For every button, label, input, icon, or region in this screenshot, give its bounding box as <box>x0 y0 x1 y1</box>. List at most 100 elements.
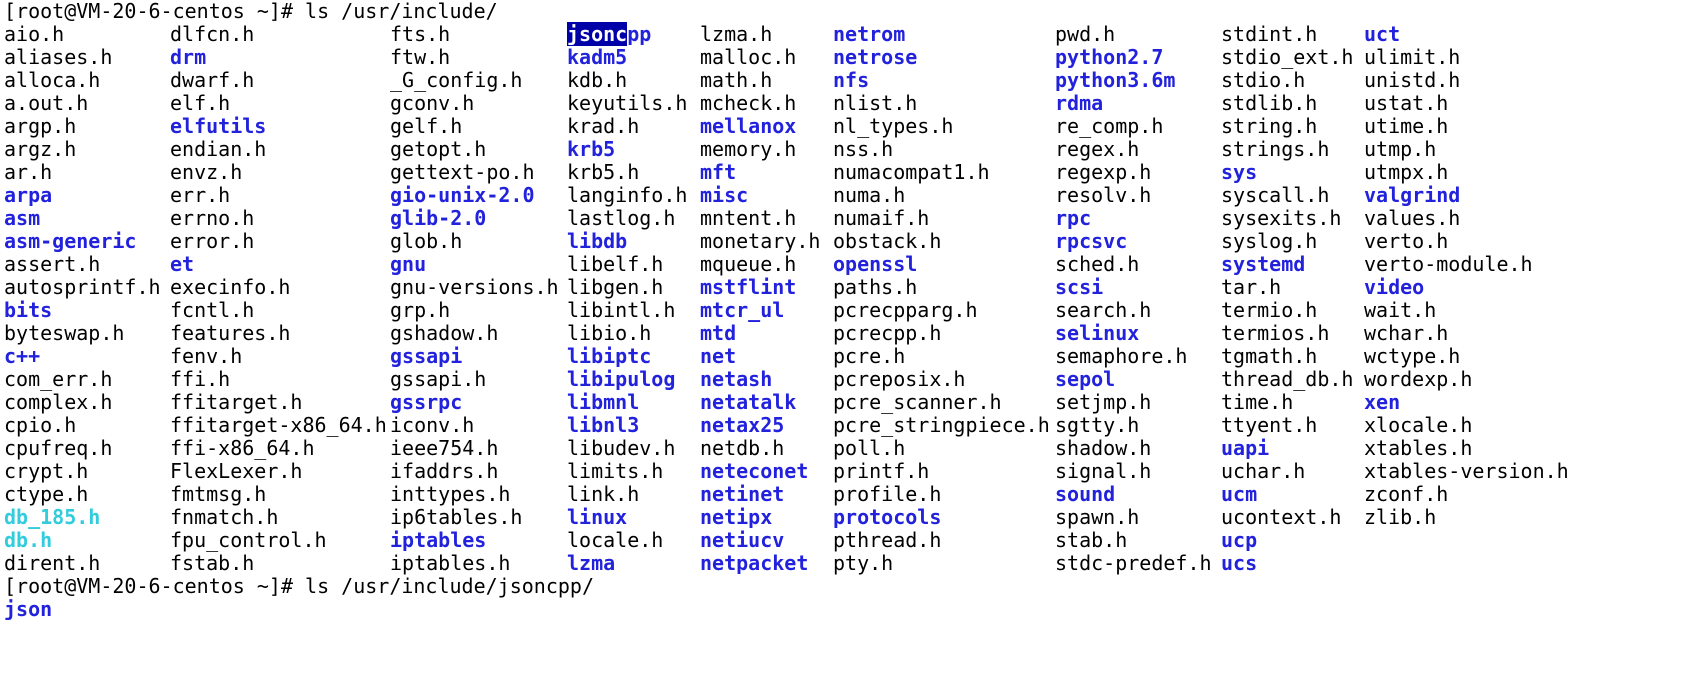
file-entry: com_err.h <box>4 367 113 391</box>
file-entry: wordexp.h <box>1364 367 1473 391</box>
file-entry: zlib.h <box>1364 505 1437 529</box>
directory-entry: gssapi <box>390 344 463 368</box>
selected-directory-entry: jsoncpp <box>567 22 651 46</box>
file-entry: link.h <box>567 482 640 506</box>
directory-entry: sound <box>1055 482 1116 506</box>
file-entry: _G_config.h <box>390 68 523 92</box>
file-entry: ucontext.h <box>1221 505 1342 529</box>
directory-entry: netatalk <box>700 390 797 414</box>
file-entry: fenv.h <box>170 344 243 368</box>
file-entry: ffitarget.h <box>170 390 303 414</box>
symlink-entry: db_185.h <box>4 505 101 529</box>
file-entry: execinfo.h <box>170 275 291 299</box>
file-entry: pcre.h <box>833 344 906 368</box>
file-entry: ip6tables.h <box>390 505 523 529</box>
file-entry: math.h <box>700 68 773 92</box>
directory-entry: netinet <box>700 482 785 506</box>
file-entry: a.out.h <box>4 91 89 115</box>
file-entry: libudev.h <box>567 436 676 460</box>
file-entry: FlexLexer.h <box>170 459 303 483</box>
file-entry: lastlog.h <box>567 206 676 230</box>
file-entry: memory.h <box>700 137 797 161</box>
file-entry: semaphore.h <box>1055 344 1188 368</box>
file-entry: langinfo.h <box>567 183 688 207</box>
file-entry: gshadow.h <box>390 321 499 345</box>
file-entry: cpufreq.h <box>4 436 113 460</box>
file-entry: ustat.h <box>1364 91 1449 115</box>
file-entry: printf.h <box>833 459 930 483</box>
file-entry: pcrecpparg.h <box>833 298 978 322</box>
directory-entry: asm <box>4 206 41 230</box>
directory-entry: linux <box>567 505 628 529</box>
directory-entry: netrom <box>833 22 906 46</box>
command-prompt-line: [root@VM-20-6-centos ~]# ls /usr/include… <box>4 0 498 23</box>
file-entry: regexp.h <box>1055 160 1152 184</box>
terminal-window[interactable]: [root@VM-20-6-centos ~]# ls /usr/include… <box>0 0 1701 675</box>
directory-entry: openssl <box>833 252 918 276</box>
directory-entry: arpa <box>4 183 53 207</box>
directory-entry: rpc <box>1055 206 1092 230</box>
file-entry: obstack.h <box>833 229 942 253</box>
file-entry: ffitarget-x86_64.h <box>170 413 387 437</box>
file-entry: pcre_scanner.h <box>833 390 1002 414</box>
file-entry: mqueue.h <box>700 252 797 276</box>
file-entry: wctype.h <box>1364 344 1461 368</box>
file-entry: tar.h <box>1221 275 1282 299</box>
file-entry: nss.h <box>833 137 894 161</box>
file-entry: fnmatch.h <box>170 505 279 529</box>
directory-entry: video <box>1364 275 1425 299</box>
file-entry: krb5.h <box>567 160 640 184</box>
file-entry: libio.h <box>567 321 652 345</box>
file-entry: nlist.h <box>833 91 918 115</box>
file-entry: iptables.h <box>390 551 511 575</box>
directory-entry: netrose <box>833 45 918 69</box>
file-entry: shadow.h <box>1055 436 1152 460</box>
directory-entry: asm-generic <box>4 229 137 253</box>
file-entry: dwarf.h <box>170 68 255 92</box>
directory-entry: uapi <box>1221 436 1270 460</box>
file-entry: paths.h <box>833 275 918 299</box>
file-entry: aio.h <box>4 22 65 46</box>
directory-entry: lzma <box>567 551 616 575</box>
file-entry: numa.h <box>833 183 906 207</box>
file-entry: gettext-po.h <box>390 160 535 184</box>
file-entry: envz.h <box>170 160 243 184</box>
directory-entry: neteconet <box>700 459 809 483</box>
file-entry: verto.h <box>1364 229 1449 253</box>
file-entry: ctype.h <box>4 482 89 506</box>
directory-entry: python2.7 <box>1055 45 1164 69</box>
directory-entry: rdma <box>1055 91 1104 115</box>
file-entry: limits.h <box>567 459 664 483</box>
file-entry: utime.h <box>1364 114 1449 138</box>
file-entry: termio.h <box>1221 298 1318 322</box>
file-entry: errno.h <box>170 206 255 230</box>
file-entry: time.h <box>1221 390 1294 414</box>
file-entry: grp.h <box>390 298 451 322</box>
file-entry: kdb.h <box>567 68 628 92</box>
file-entry: xlocale.h <box>1364 413 1473 437</box>
file-entry: gssapi.h <box>390 367 487 391</box>
file-entry: stdc-predef.h <box>1055 551 1212 575</box>
file-entry: stab.h <box>1055 528 1128 552</box>
file-entry: byteswap.h <box>4 321 125 345</box>
file-entry: signal.h <box>1055 459 1152 483</box>
file-entry: alloca.h <box>4 68 101 92</box>
directory-entry: netpacket <box>700 551 809 575</box>
file-entry: uchar.h <box>1221 459 1306 483</box>
file-entry: wchar.h <box>1364 321 1449 345</box>
file-entry: xtables.h <box>1364 436 1473 460</box>
directory-entry: xen <box>1364 390 1401 414</box>
file-entry: spawn.h <box>1055 505 1140 529</box>
file-entry: stdlib.h <box>1221 91 1318 115</box>
file-entry: ieee754.h <box>390 436 499 460</box>
file-entry: assert.h <box>4 252 101 276</box>
directory-entry: iptables <box>390 528 487 552</box>
file-entry: poll.h <box>833 436 906 460</box>
file-entry: gnu-versions.h <box>390 275 559 299</box>
symlink-entry: db.h <box>4 528 53 552</box>
directory-entry: ucs <box>1221 551 1258 575</box>
directory-entry: libipulog <box>567 367 676 391</box>
file-entry: monetary.h <box>700 229 821 253</box>
directory-entry: nfs <box>833 68 870 92</box>
directory-entry: kadm5 <box>567 45 628 69</box>
